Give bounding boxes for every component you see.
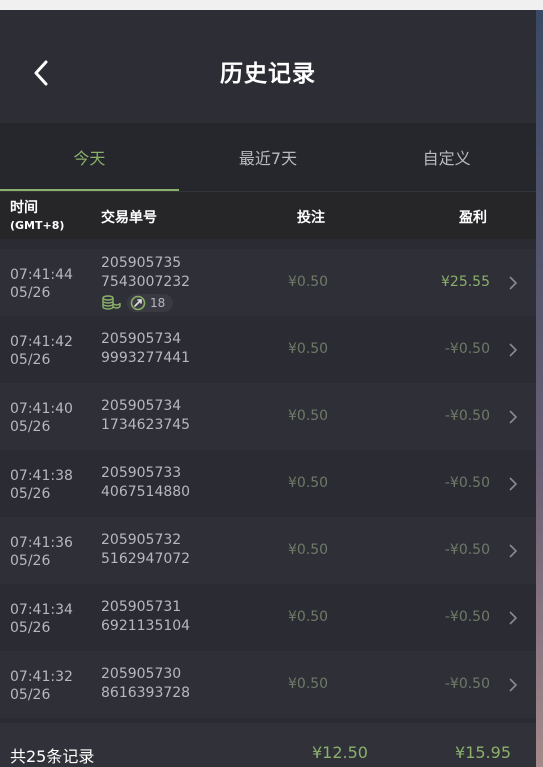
row-time: 07:41:42 05/26 bbox=[10, 333, 73, 369]
row-date-value: 05/26 bbox=[10, 352, 51, 368]
row-time-value: 07:41:40 bbox=[10, 401, 73, 417]
row-profit: -¥0.50 bbox=[444, 676, 490, 692]
total-bet-value: ¥12.50 bbox=[312, 743, 368, 762]
row-order-line2: 5162947072 bbox=[101, 551, 191, 567]
row-order-line2: 8616393728 bbox=[101, 685, 191, 701]
chevron-right-icon bbox=[509, 611, 518, 625]
row-date-value: 05/26 bbox=[10, 687, 51, 703]
row-bet: ¥0.50 bbox=[288, 609, 329, 625]
row-time-value: 07:41:34 bbox=[10, 602, 73, 618]
row-time: 07:41:44 05/26 bbox=[10, 266, 73, 302]
row-order: 205905730 8616393728 bbox=[101, 665, 190, 703]
row-time: 07:41:38 05/26 bbox=[10, 467, 73, 503]
row-bet: ¥0.50 bbox=[288, 341, 329, 357]
row-time-value: 07:41:42 bbox=[10, 334, 73, 350]
table-row[interactable]: 07:41:32 05/26 205905730 8616393728 ¥0.5… bbox=[0, 651, 536, 718]
row-order-line1: 205905731 bbox=[101, 599, 182, 615]
tab-custom[interactable]: 自定义 bbox=[357, 123, 536, 191]
row-profit: ¥25.55 bbox=[441, 274, 490, 290]
row-order-line1: 205905734 bbox=[101, 398, 182, 414]
row-date-value: 05/26 bbox=[10, 285, 51, 301]
total-records-label: 共25条记录 bbox=[10, 747, 95, 766]
row-time-value: 07:41:36 bbox=[10, 535, 73, 551]
row-order: 205905735 7543007232 18 bbox=[101, 254, 190, 312]
row-date-value: 05/26 bbox=[10, 620, 51, 636]
row-order-line2: 9993277441 bbox=[101, 350, 191, 366]
free-spin-count: 18 bbox=[150, 296, 166, 310]
row-order-line2: 4067514880 bbox=[101, 484, 191, 500]
row-time: 07:41:40 05/26 bbox=[10, 400, 73, 436]
column-header-bet: 投注 bbox=[297, 210, 325, 226]
row-order-line2: 7543007232 bbox=[101, 274, 191, 290]
history-list: 07:41:44 05/26 205905735 7543007232 18 ¥… bbox=[0, 249, 536, 718]
coin-stack-icon bbox=[102, 295, 121, 310]
chevron-right-icon bbox=[509, 410, 518, 424]
row-date-value: 05/26 bbox=[10, 486, 51, 502]
row-time-value: 07:41:38 bbox=[10, 468, 73, 484]
spin-icon bbox=[130, 295, 146, 311]
row-order-line1: 205905735 bbox=[101, 255, 182, 271]
row-order: 205905734 1734623745 bbox=[101, 397, 190, 435]
summary-footer: 共25条记录 ¥12.50 ¥15.95 bbox=[0, 723, 536, 767]
row-bet: ¥0.50 bbox=[288, 676, 329, 692]
row-time: 07:41:32 05/26 bbox=[10, 668, 73, 704]
row-time: 07:41:36 05/26 bbox=[10, 534, 73, 570]
history-screen: 历史记录 今天 最近7天 自定义 时间 (GMT+8) 交易单号 投注 盈利 0… bbox=[0, 10, 536, 767]
table-row[interactable]: 07:41:38 05/26 205905733 4067514880 ¥0.5… bbox=[0, 450, 536, 517]
row-time-value: 07:41:32 bbox=[10, 669, 73, 685]
row-bet: ¥0.50 bbox=[288, 542, 329, 558]
row-bet: ¥0.50 bbox=[288, 408, 329, 424]
table-header: 时间 (GMT+8) 交易单号 投注 盈利 bbox=[0, 192, 536, 239]
table-row[interactable]: 07:41:42 05/26 205905734 9993277441 ¥0.5… bbox=[0, 316, 536, 383]
column-header-profit: 盈利 bbox=[459, 210, 487, 226]
total-profit-value: ¥15.95 bbox=[455, 743, 511, 762]
column-header-order: 交易单号 bbox=[101, 210, 157, 226]
row-time: 07:41:34 05/26 bbox=[10, 601, 73, 637]
row-profit: -¥0.50 bbox=[444, 408, 490, 424]
row-order-line1: 205905730 bbox=[101, 666, 182, 682]
tab-last-7-days[interactable]: 最近7天 bbox=[179, 123, 358, 191]
column-header-time: 时间 (GMT+8) bbox=[10, 200, 64, 234]
table-row[interactable]: 07:41:36 05/26 205905732 5162947072 ¥0.5… bbox=[0, 517, 536, 584]
row-profit: -¥0.50 bbox=[444, 609, 490, 625]
page-title: 历史记录 bbox=[220, 61, 316, 87]
chevron-right-icon bbox=[509, 477, 518, 491]
row-profit: -¥0.50 bbox=[444, 341, 490, 357]
header-bar: 历史记录 bbox=[0, 10, 536, 123]
row-order: 205905734 9993277441 bbox=[101, 330, 190, 368]
background-strip bbox=[536, 10, 543, 767]
row-profit: -¥0.50 bbox=[444, 542, 490, 558]
table-row[interactable]: 07:41:34 05/26 205905731 6921135104 ¥0.5… bbox=[0, 584, 536, 651]
row-order: 205905733 4067514880 bbox=[101, 464, 190, 502]
column-header-timezone: (GMT+8) bbox=[10, 219, 65, 232]
free-spin-badge: 18 bbox=[127, 294, 174, 312]
column-header-time-label: 时间 bbox=[10, 200, 38, 216]
chevron-right-icon bbox=[509, 678, 518, 692]
row-order: 205905731 6921135104 bbox=[101, 598, 190, 636]
table-row[interactable]: 07:41:44 05/26 205905735 7543007232 18 ¥… bbox=[0, 249, 536, 316]
period-tabs: 今天 最近7天 自定义 bbox=[0, 123, 536, 191]
row-time-value: 07:41:44 bbox=[10, 267, 73, 283]
row-order: 205905732 5162947072 bbox=[101, 531, 190, 569]
row-order-line1: 205905734 bbox=[101, 331, 182, 347]
tab-today[interactable]: 今天 bbox=[0, 123, 179, 191]
row-order-line1: 205905733 bbox=[101, 465, 182, 481]
row-order-line2: 1734623745 bbox=[101, 417, 191, 433]
row-order-line2: 6921135104 bbox=[101, 618, 191, 634]
row-order-line1: 205905732 bbox=[101, 532, 182, 548]
row-badges: 18 bbox=[101, 294, 190, 312]
chevron-right-icon bbox=[509, 276, 518, 290]
row-bet: ¥0.50 bbox=[288, 274, 329, 290]
row-profit: -¥0.50 bbox=[444, 475, 490, 491]
table-row[interactable]: 07:41:40 05/26 205905734 1734623745 ¥0.5… bbox=[0, 383, 536, 450]
row-date-value: 05/26 bbox=[10, 553, 51, 569]
chevron-right-icon bbox=[509, 343, 518, 357]
row-bet: ¥0.50 bbox=[288, 475, 329, 491]
row-date-value: 05/26 bbox=[10, 419, 51, 435]
chevron-right-icon bbox=[509, 544, 518, 558]
